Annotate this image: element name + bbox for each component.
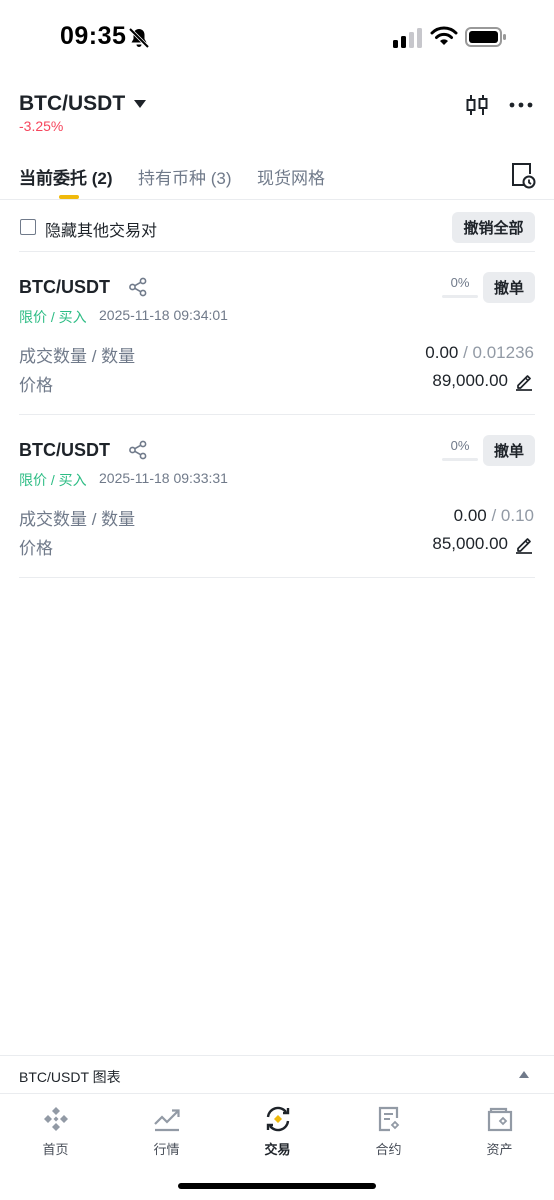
chart-toggle-label: BTC/USDT 图表 — [19, 1069, 121, 1085]
chart-toggle-bar[interactable]: BTC/USDT 图表 — [0, 1055, 554, 1093]
price-change: -3.25% — [19, 118, 64, 134]
hide-other-pairs-label[interactable]: 隐藏其他交易对 — [45, 217, 157, 241]
markets-icon — [154, 1109, 180, 1132]
pair-selector[interactable]: BTC/USDT — [19, 92, 147, 116]
active-tab-indicator — [59, 195, 79, 199]
candlestick-chart-icon[interactable] — [464, 92, 490, 118]
filled-quantity: 0.00 — [425, 343, 459, 362]
order-price: 89,000.00 — [432, 371, 508, 390]
fill-progress-label: 0% — [450, 275, 470, 290]
order-type: 限价 / 买入 — [19, 472, 87, 488]
order-time: 2025-11-18 09:33:31 — [99, 470, 228, 486]
edit-price-icon[interactable] — [514, 371, 534, 391]
edit-price-icon[interactable] — [514, 534, 534, 554]
order-quantity: 0.01236 — [472, 343, 534, 362]
share-icon[interactable] — [128, 440, 148, 460]
filled-quantity: 0.00 — [453, 506, 487, 525]
caret-down-icon — [134, 100, 147, 108]
order-card: BTC/USDT 限价 / 买入 2025-11-18 09:34:01 0% … — [0, 251, 554, 415]
cancel-all-button[interactable]: 撤销全部 — [452, 212, 535, 243]
header: BTC/USDT -3.25% — [0, 80, 554, 140]
filled-amount-value: 0.00 / 0.01236 — [425, 343, 534, 363]
tab-open-orders[interactable]: 当前委托 (2) — [19, 164, 113, 189]
nav-label: 合约 — [375, 1142, 402, 1157]
nav-label: 行情 — [153, 1142, 180, 1157]
order-tabs: 当前委托 (2) 持有币种 (3) 现货网格 — [0, 150, 554, 200]
divider — [19, 577, 535, 578]
wifi-icon — [430, 26, 458, 45]
price-label: 价格 — [19, 376, 53, 395]
nav-item-assets[interactable]: 资产 — [444, 1102, 554, 1162]
nav-item-home[interactable]: 首页 — [0, 1102, 111, 1162]
order-quantity: 0.10 — [500, 506, 534, 525]
pair-title: BTC/USDT — [19, 92, 126, 115]
nav-label: 首页 — [42, 1142, 69, 1157]
order-type: 限价 / 买入 — [19, 309, 87, 325]
home-icon — [44, 1107, 68, 1131]
filled-amount-label: 成交数量 / 数量 — [19, 510, 136, 529]
cancel-order-button[interactable]: 撤单 — [483, 272, 535, 303]
hide-other-pairs-checkbox[interactable] — [20, 219, 36, 235]
fill-progress-label: 0% — [450, 438, 470, 453]
order-pair: BTC/USDT — [19, 440, 110, 460]
bell-off-icon — [128, 27, 150, 49]
order-card: BTC/USDT 限价 / 买入 2025-11-18 09:33:31 0% … — [0, 414, 554, 578]
nav-label: 资产 — [486, 1142, 513, 1157]
status-time: 09:35 — [60, 22, 127, 50]
fill-progress-bar — [442, 295, 478, 298]
quantity-separator: / — [458, 343, 473, 362]
nav-item-futures[interactable]: 合约 — [333, 1102, 444, 1162]
home-indicator — [178, 1183, 376, 1189]
filter-row: 隐藏其他交易对 撤销全部 — [0, 200, 554, 252]
quantity-separator: / — [486, 506, 501, 525]
order-time: 2025-11-18 09:34:01 — [99, 307, 228, 323]
order-history-icon[interactable] — [510, 162, 536, 190]
price-label: 价格 — [19, 539, 53, 558]
fill-progress-bar — [442, 458, 478, 461]
nav-item-markets[interactable]: 行情 — [111, 1102, 222, 1162]
tab-holdings[interactable]: 持有币种 (3) — [138, 164, 232, 189]
cancel-order-button[interactable]: 撤单 — [483, 435, 535, 466]
more-icon[interactable] — [508, 92, 534, 118]
tab-spot-grid[interactable]: 现货网格 — [257, 164, 325, 189]
wallet-icon — [487, 1107, 513, 1132]
caret-up-icon — [519, 1071, 529, 1078]
share-icon[interactable] — [128, 277, 148, 297]
futures-icon — [378, 1106, 400, 1132]
trade-icon — [266, 1106, 290, 1132]
battery-icon — [465, 27, 506, 47]
filled-amount-value: 0.00 / 0.10 — [454, 506, 534, 526]
price-value-row: 85,000.00 — [432, 534, 534, 554]
price-value-row: 89,000.00 — [432, 371, 534, 391]
status-bar: 09:35 — [0, 0, 554, 78]
nav-label: 交易 — [264, 1142, 291, 1157]
order-price: 85,000.00 — [432, 534, 508, 553]
cellular-signal-icon — [393, 28, 422, 48]
order-pair: BTC/USDT — [19, 277, 110, 297]
filled-amount-label: 成交数量 / 数量 — [19, 347, 136, 366]
nav-item-trade[interactable]: 交易 — [222, 1102, 333, 1162]
